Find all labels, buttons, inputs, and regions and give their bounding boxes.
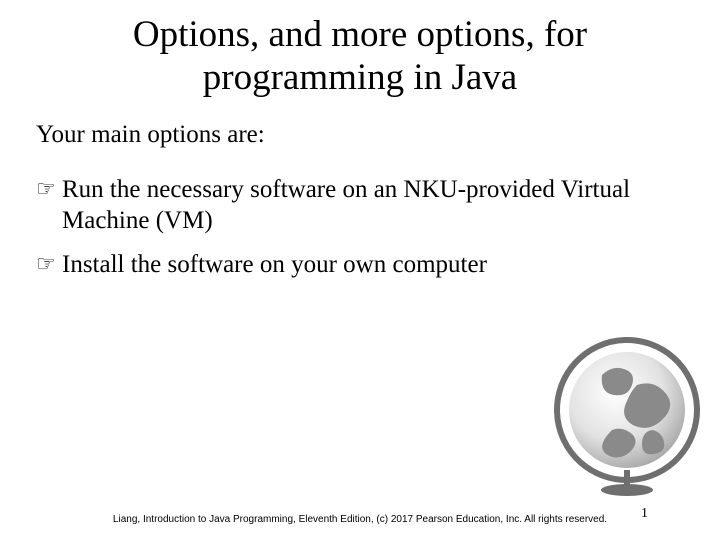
slide: Options, and more options, for programmi… — [0, 0, 720, 540]
page-number: 1 — [641, 506, 648, 522]
list-item: ☞ Run the necessary software on an NKU-p… — [36, 175, 684, 236]
list-item-text: Run the necessary software on an NKU-pro… — [62, 175, 684, 236]
footer-text: Liang, Introduction to Java Programming,… — [0, 514, 720, 527]
globe-icon — [542, 330, 712, 500]
intro-text: Your main options are: — [0, 99, 720, 149]
pointing-hand-icon: ☞ — [36, 175, 62, 204]
list-item-text: Install the software on your own compute… — [62, 250, 684, 281]
list-item: ☞ Install the software on your own compu… — [36, 250, 684, 281]
bullet-list: ☞ Run the necessary software on an NKU-p… — [0, 149, 720, 281]
slide-title: Options, and more options, for programmi… — [0, 0, 720, 99]
pointing-hand-icon: ☞ — [36, 250, 62, 279]
